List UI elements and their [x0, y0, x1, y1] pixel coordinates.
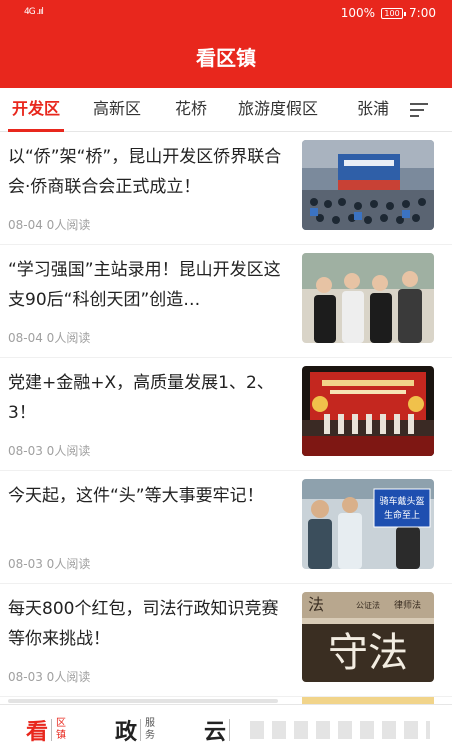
news-title: 以“侨”架“桥”，昆山开发区侨界联合会·侨商联合会正式成立！: [8, 147, 282, 197]
news-item[interactable]: 今天起，这件“头”等大事要牢记！ 08-03 0人阅读 骑车戴头盔 生命至上: [0, 471, 452, 584]
tab-kaifaqu[interactable]: 开发区: [7, 88, 65, 132]
thumb-text-mid: 公证法: [356, 600, 380, 610]
divider: [140, 719, 142, 741]
tab-gaoxinqu[interactable]: 高新区: [93, 88, 141, 132]
bottom-nav-overflow-blur: [250, 721, 430, 739]
battery-percent: 100%: [340, 6, 376, 20]
tab-lvyoudujiaqu[interactable]: 旅游度假区: [238, 88, 318, 132]
tab-huaqiao[interactable]: 花桥: [175, 88, 207, 132]
news-meta: 08-03 0人阅读: [8, 557, 91, 571]
sign-text-bottom: 生命至上: [384, 509, 420, 521]
news-title: 每天800个红包，司法行政知识竞赛等你来挑战！: [8, 599, 279, 649]
signal-icon: 4G .ııl: [24, 7, 44, 17]
news-meta: 08-04 0人阅读: [8, 331, 91, 345]
news-thumbnail: [302, 366, 434, 456]
news-meta: 08-03 0人阅读: [8, 444, 91, 458]
news-item[interactable]: 党建+金融+X，高质量发展1、2、3！ 08-03 0人阅读: [0, 358, 452, 471]
page-title: 看区镇: [196, 46, 256, 70]
sign-text-top: 骑车戴头盔: [379, 495, 424, 507]
clock: 7:00: [409, 6, 436, 20]
news-item[interactable]: 每天800个红包，司法行政知识竞赛等你来挑战！ 08-03 0人阅读 法 公证法…: [0, 584, 452, 697]
bottom-nav-kan[interactable]: 看 区镇: [26, 713, 67, 747]
news-item[interactable]: 以“侨”架“桥”，昆山开发区侨界联合会·侨商联合会正式成立！ 08-04 0人阅…: [0, 132, 452, 245]
news-title: 党建+金融+X，高质量发展1、2、3！: [8, 373, 274, 423]
bottom-nav: 看 区镇 政 服务 云: [0, 704, 452, 754]
bottom-nav-zheng[interactable]: 政 服务: [115, 713, 156, 747]
bottom-nav-label: 看: [26, 720, 49, 745]
bottom-nav-label: 政: [115, 720, 138, 745]
divider: [51, 719, 53, 741]
bottom-nav-sublabel: 服务: [145, 718, 156, 741]
news-meta: 08-04 0人阅读: [8, 218, 91, 232]
bottom-nav-label: 云: [204, 720, 227, 745]
news-thumbnail: [302, 140, 434, 230]
bottom-nav-yun[interactable]: 云: [204, 713, 231, 747]
news-thumbnail: 骑车戴头盔 生命至上: [302, 479, 434, 569]
channel-tabs: 开发区 高新区 花桥 旅游度假区 张浦: [0, 88, 452, 132]
battery-icon: 100: [381, 7, 407, 19]
status-bar: 4G .ııl 100% 100 7:00: [0, 0, 452, 28]
news-title: 今天起，这件“头”等大事要牢记！: [8, 486, 264, 506]
news-thumbnail: [302, 253, 434, 343]
bottom-nav-sublabel: 区镇: [56, 718, 67, 741]
app-bar: 看区镇: [0, 28, 452, 88]
channel-menu-icon[interactable]: [410, 98, 430, 122]
divider: [229, 719, 231, 741]
news-thumbnail: 法 公证法 律师法 守法: [302, 592, 434, 682]
thumb-text-big: 守法: [328, 630, 408, 676]
news-meta: 08-03 0人阅读: [8, 670, 91, 684]
tab-zhangpu[interactable]: 张浦: [357, 88, 389, 132]
thumb-text-left: 法: [308, 595, 324, 614]
news-title: “学习强国”主站录用！昆山开发区这支90后“科创天团”创造…: [8, 260, 281, 310]
thumb-text-right: 律师法: [394, 599, 421, 611]
news-item[interactable]: “学习强国”主站录用！昆山开发区这支90后“科创天团”创造… 08-04 0人阅…: [0, 245, 452, 358]
